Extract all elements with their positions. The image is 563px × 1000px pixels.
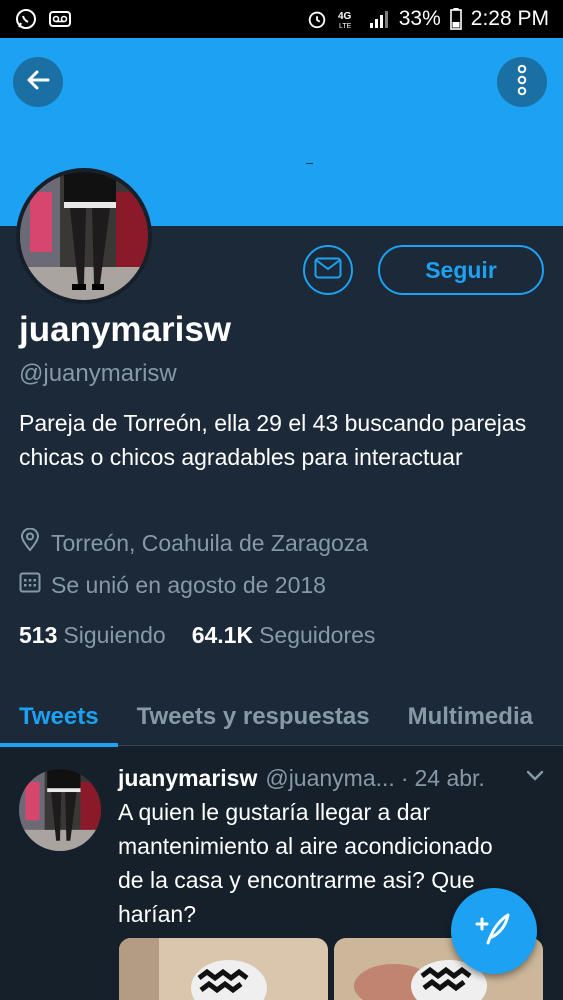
followers-count: 64.1K bbox=[191, 622, 254, 648]
arrow-left-icon bbox=[24, 66, 52, 99]
follow-button[interactable]: Seguir bbox=[378, 245, 544, 295]
whatsapp-icon bbox=[14, 7, 38, 31]
profile-handle: @juanymarisw bbox=[19, 360, 177, 387]
tweet-text: A quien le gustaría llegar a dar manteni… bbox=[118, 799, 493, 927]
follow-counts: 513 Siguiendo 64.1K Seguidores bbox=[19, 622, 375, 649]
tab-tweets-replies[interactable]: Tweets y respuestas bbox=[118, 688, 389, 746]
battery-icon bbox=[449, 7, 463, 31]
tweet-author-name[interactable]: juanymarisw bbox=[118, 765, 257, 792]
avatar[interactable] bbox=[16, 168, 152, 304]
following-label: Siguiendo bbox=[63, 622, 166, 648]
tweet-date: 24 abr. bbox=[414, 765, 485, 791]
svg-text:LTE: LTE bbox=[339, 23, 352, 30]
calendar-icon bbox=[19, 571, 41, 599]
profile-header bbox=[0, 226, 563, 746]
4g-lte-icon: 4G LTE bbox=[337, 7, 359, 31]
tweet-separator: · bbox=[400, 765, 409, 791]
joined-text: Se unió en agosto de 2018 bbox=[51, 571, 326, 598]
envelope-icon bbox=[314, 257, 342, 284]
location-pin-icon bbox=[19, 527, 41, 558]
tab-tweets[interactable]: Tweets bbox=[0, 688, 118, 747]
battery-percent: 33% bbox=[398, 7, 441, 30]
tweet-author-handle[interactable]: @juanyma... bbox=[265, 765, 394, 792]
profile-tabs: Tweets Tweets y respuestas Multimedia bbox=[0, 688, 563, 747]
followers-link[interactable]: 64.1K Seguidores bbox=[192, 622, 376, 649]
display-name: juanymarisw bbox=[19, 310, 232, 349]
tweet-media-1[interactable] bbox=[119, 938, 328, 1000]
message-button[interactable] bbox=[303, 245, 353, 295]
chevron-down-icon[interactable] bbox=[525, 769, 545, 788]
clock: 2:28 PM bbox=[470, 7, 549, 30]
compose-feather-icon bbox=[474, 909, 514, 954]
compose-tweet-button[interactable] bbox=[451, 888, 537, 974]
followers-label: Seguidores bbox=[259, 622, 376, 648]
more-options-button[interactable] bbox=[497, 57, 547, 107]
more-vertical-icon bbox=[514, 63, 530, 102]
tweet-header: juanymarisw @juanyma... · 24 abr. bbox=[118, 765, 548, 792]
svg-text:4G: 4G bbox=[338, 11, 352, 22]
status-bar: 4G LTE 33% 2:28 PM bbox=[0, 0, 563, 38]
profile-joined: Se unió en agosto de 2018 bbox=[19, 571, 326, 599]
alarm-icon bbox=[305, 7, 329, 31]
back-button[interactable] bbox=[13, 57, 63, 107]
following-link[interactable]: 513 Siguiendo bbox=[19, 622, 166, 649]
signal-icon bbox=[367, 7, 391, 31]
profile-location: Torreón, Coahuila de Zaragoza bbox=[19, 527, 369, 558]
tab-media[interactable]: Multimedia bbox=[389, 688, 552, 746]
tweet-avatar[interactable] bbox=[19, 769, 101, 851]
profile-bio: Pareja de Torreón, ella 29 el 43 buscand… bbox=[19, 410, 527, 470]
location-text: Torreón, Coahuila de Zaragoza bbox=[51, 529, 369, 556]
following-count: 513 bbox=[19, 622, 58, 648]
voicemail-icon bbox=[48, 7, 72, 31]
banner-mark bbox=[306, 163, 313, 164]
